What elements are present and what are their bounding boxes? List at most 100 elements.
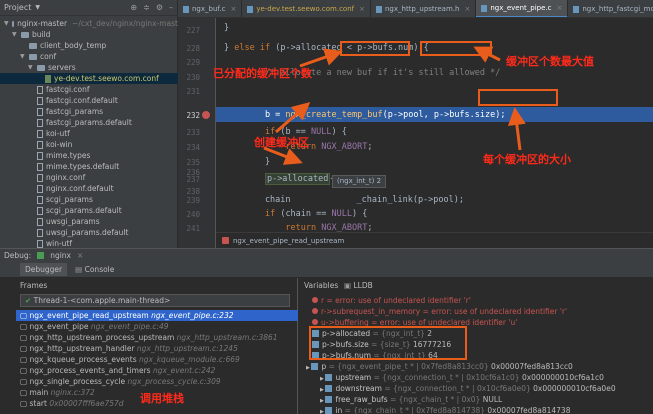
file-icon [37, 151, 43, 160]
function-icon [222, 237, 229, 244]
close-icon[interactable]: × [557, 4, 563, 12]
chevron-down-icon[interactable]: ▼ [28, 62, 34, 73]
debug-values-highlight-box [309, 326, 467, 360]
frame-function: ngx_event_pipe_read_upstream [29, 311, 149, 320]
project-view-title[interactable]: Project [4, 3, 31, 12]
frame-function: ngx_kqueue_process_events [29, 355, 137, 364]
collapse-icon[interactable]: ≑ [143, 3, 150, 12]
breadcrumb-function[interactable]: ngx_event_pipe_read_upstream [233, 237, 344, 245]
frame-location: ngx_event.c:242 [152, 366, 216, 375]
locate-icon[interactable]: ⊕ [130, 3, 137, 12]
variable-row[interactable]: ▶ p = {ngx_event_pipe_t * | 0x7fed8a813c… [298, 361, 653, 372]
bufs-num-highlight-box [420, 41, 492, 56]
tree-item[interactable]: nginx.conf [0, 172, 178, 183]
file-icon [183, 5, 189, 13]
tab-debugger[interactable]: Debugger [20, 263, 68, 276]
tree-item-path: ~/cxt_dev/nginx/nginx-mast [72, 19, 178, 28]
tree-item[interactable]: nginx.conf.default [0, 183, 178, 194]
annotation-allocated: 已分配的缓冲区个数 [213, 67, 312, 80]
tree-item[interactable]: mime.types.default [0, 161, 178, 172]
tree-item[interactable]: ye-dev.test.seewo.com.conf [0, 73, 178, 84]
tree-item[interactable]: scgi_params.default [0, 205, 178, 216]
code-line-227: } [224, 23, 230, 33]
folder-icon [29, 42, 37, 49]
tab-console[interactable]: ▤ Console [75, 265, 114, 274]
variable-row[interactable]: ▶ in = {ngx_chain_t * | 0x7fed8a814738} … [298, 405, 653, 414]
stack-frame[interactable]: ▢ ngx_http_upstream_process_upstream ngx… [16, 332, 298, 343]
tree-item[interactable]: uwsgi_params.default [0, 227, 178, 238]
stack-frame[interactable]: ▢ ngx_http_upstream_handler ngx_http_ups… [16, 343, 298, 354]
tree-item[interactable]: koi-utf [0, 128, 178, 139]
tree-item-label: ye-dev.test.seewo.com.conf [54, 74, 159, 83]
stack-frame[interactable]: ▢ ngx_event_pipe_read_upstream ngx_event… [16, 310, 298, 321]
code-line-235: } [224, 157, 271, 167]
tree-item[interactable]: koi-win [0, 139, 178, 150]
tree-item[interactable]: ▼ servers [0, 62, 178, 73]
tree-item[interactable]: ▼ conf [0, 51, 178, 62]
tree-item[interactable]: ▼ nginx-master ~/cxt_dev/nginx/nginx-mast [0, 18, 178, 29]
watch-value-icon [325, 374, 333, 381]
variable-row[interactable]: r = error: use of undeclared identifier … [298, 295, 653, 306]
stack-frame[interactable]: ▢ ngx_event_pipe ngx_event_pipe.c:49 [16, 321, 298, 332]
line-number: 231 [186, 87, 200, 96]
annotation-buf-size: 每个缓冲区的大小 [483, 153, 571, 166]
file-icon [37, 118, 43, 127]
breadcrumb[interactable]: ngx_event_pipe_read_upstream [216, 232, 653, 248]
file-icon [37, 239, 43, 248]
lldb-tab[interactable]: ▣ LLDB [344, 281, 373, 292]
chevron-down-icon[interactable]: ▼ [12, 29, 18, 40]
editor-tab[interactable]: ye-dev.test.seewo.com.conf × [242, 0, 371, 17]
stack-frame[interactable]: ▢ ngx_process_events_and_timers ngx_even… [16, 365, 298, 376]
tab-label: ngx_buf.c [192, 5, 226, 13]
tree-item[interactable]: uwsgi_params [0, 216, 178, 227]
frame-function: ngx_http_upstream_process_upstream [29, 333, 175, 342]
tree-item[interactable]: fastcgi_params [0, 106, 178, 117]
file-icon [37, 195, 43, 204]
allocated-highlight-box [340, 41, 410, 56]
gear-icon[interactable]: ⚙ [156, 3, 163, 12]
editor-tab[interactable]: ngx_http_fastcgi_module.c× [568, 0, 653, 17]
chevron-down-icon[interactable]: ▼ [35, 4, 40, 11]
editor-tabs: ngx_buf.c × ye-dev.test.seewo.com.conf × ngx… [178, 0, 653, 18]
tree-item[interactable]: client_body_temp [0, 40, 178, 51]
close-icon[interactable]: × [230, 5, 236, 13]
run-config-icon [37, 252, 45, 259]
tree-item[interactable]: mime.types [0, 150, 178, 161]
tree-item[interactable]: fastcgi_params.default [0, 117, 178, 128]
tab-label: ngx_event_pipe.c [490, 4, 552, 12]
check-icon: ✔ [25, 296, 34, 305]
debug-config-name[interactable]: nginx [50, 251, 71, 260]
variable-row[interactable]: ▶ downstream = {ngx_connection_t * | 0x1… [298, 383, 653, 394]
editor-tab[interactable]: ngx_http_upstream.h × [371, 0, 477, 17]
stack-frame[interactable]: ▢ ngx_kqueue_process_events ngx_kqueue_m… [16, 354, 298, 365]
variable-row[interactable]: ▶ free_raw_bufs = {ngx_chain_t * | 0x0} … [298, 394, 653, 405]
variable-row[interactable]: ▶ upstream = {ngx_connection_t * | 0x10c… [298, 372, 653, 383]
folder-icon [11, 20, 15, 27]
frame-function: ngx_event_pipe [29, 322, 89, 331]
chevron-down-icon[interactable]: ▼ [20, 51, 26, 62]
chevron-down-icon[interactable]: ▼ [4, 18, 9, 29]
close-icon[interactable]: × [464, 5, 470, 13]
frame-function: ngx_process_events_and_timers [29, 366, 151, 375]
variable-row[interactable]: r->subrequest_in_memory = error: use of … [298, 306, 653, 317]
close-icon[interactable]: × [77, 251, 83, 260]
annotation-bufs-num: 缓冲区个数最大值 [506, 55, 594, 68]
close-icon[interactable]: × [359, 5, 365, 13]
tree-item[interactable]: scgi_params [0, 194, 178, 205]
tree-item[interactable]: fastcgi.conf [0, 84, 178, 95]
hide-icon[interactable]: – [169, 3, 173, 12]
stack-frame[interactable]: ▢ ngx_single_process_cycle ngx_process_c… [16, 376, 298, 387]
tree-item-label: fastcgi_params.default [46, 118, 132, 127]
file-icon [37, 206, 43, 215]
editor-tab[interactable]: ngx_event_pipe.c × [476, 0, 569, 17]
variable-type: = {ngx_connection_t * | 0x10cf6a1c0} [371, 373, 522, 382]
thread-selector[interactable]: ✔ Thread-1-<com.apple.main-thread> [20, 294, 290, 307]
line-gutter[interactable]: 227 228 229 230 231 232 233 234 235 236 237 238 239 2… [178, 18, 216, 248]
breakpoint-icon[interactable] [202, 111, 210, 119]
watch-value-icon [325, 396, 333, 403]
watch-value-icon [325, 407, 333, 414]
tree-item[interactable]: ▼ build [0, 29, 178, 40]
frame-location: ngx_http_upstream.c:1245 [136, 344, 238, 353]
editor-tab[interactable]: ngx_buf.c × [178, 0, 243, 17]
tree-item[interactable]: fastcgi.conf.default [0, 95, 178, 106]
